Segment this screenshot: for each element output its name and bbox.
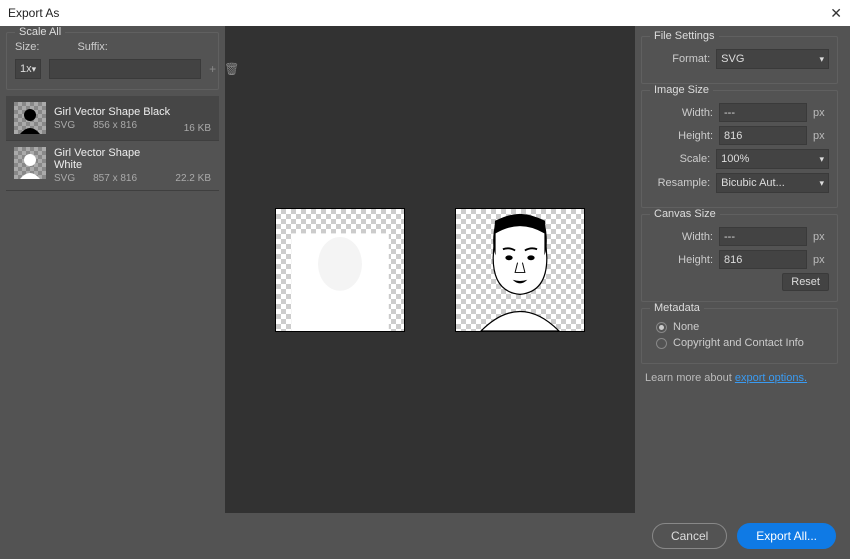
suffix-input[interactable]	[49, 59, 201, 79]
metadata-copyright-radio[interactable]: Copyright and Contact Info	[650, 337, 829, 349]
radio-icon	[656, 338, 667, 349]
metadata-none-label: None	[673, 321, 699, 333]
chevron-down-icon: ▾	[819, 154, 824, 165]
asset-thumbnail	[14, 147, 46, 179]
metadata-legend: Metadata	[650, 302, 704, 314]
preview-area	[225, 26, 635, 513]
right-panel: File Settings Format: SVG ▾ Image Size W…	[635, 26, 850, 513]
canvas-size-legend: Canvas Size	[650, 208, 720, 220]
preview-black	[455, 208, 585, 332]
scale-all-section: Scale All Size: Suffix: 1x ▾ + 🗑	[6, 32, 219, 90]
dialog-footer: Cancel Export All...	[0, 513, 850, 559]
export-as-window: Export As ✕ Scale All Size: Suffix: 1x ▾…	[0, 0, 850, 559]
unit-px: px	[813, 130, 829, 142]
reset-button[interactable]: Reset	[782, 273, 829, 291]
file-settings-section: File Settings Format: SVG ▾	[641, 36, 838, 84]
export-options-link[interactable]: export options.	[735, 372, 807, 384]
asset-dims: 856 x 816	[93, 120, 137, 131]
canvas-height-label: Height:	[651, 254, 713, 266]
unit-px: px	[813, 231, 829, 243]
asset-format: SVG	[54, 173, 75, 184]
resample-value: Bicubic Aut...	[721, 177, 785, 189]
export-all-button[interactable]: Export All...	[737, 523, 836, 549]
canvas-size-section: Canvas Size Width: px Height: px Reset	[641, 214, 838, 302]
unit-px: px	[813, 107, 829, 119]
chevron-down-icon: ▾	[819, 54, 824, 65]
canvas-width-input[interactable]	[719, 227, 807, 246]
dialog-body: Scale All Size: Suffix: 1x ▾ + 🗑	[0, 26, 850, 513]
learn-more-row: Learn more about export options.	[645, 372, 834, 384]
height-input[interactable]	[719, 126, 807, 145]
radio-icon	[656, 322, 667, 333]
format-label: Format:	[650, 53, 710, 65]
learn-more-prefix: Learn more about	[645, 372, 735, 384]
titlebar: Export As ✕	[0, 0, 850, 26]
asset-item[interactable]: Girl Vector Shape White SVG 857 x 816 22…	[6, 141, 219, 191]
asset-list: Girl Vector Shape Black SVG 856 x 816 16…	[6, 96, 219, 191]
size-value: 1x	[20, 63, 32, 75]
chevron-down-icon: ▾	[819, 178, 824, 189]
canvas-width-label: Width:	[651, 231, 713, 243]
format-select[interactable]: SVG ▾	[716, 49, 829, 69]
size-select[interactable]: 1x ▾	[15, 59, 41, 79]
asset-filesize: 22.2 KB	[175, 173, 211, 184]
unit-px: px	[813, 254, 829, 266]
left-panel: Scale All Size: Suffix: 1x ▾ + 🗑	[0, 26, 225, 513]
file-settings-legend: File Settings	[650, 30, 719, 42]
metadata-section: Metadata None Copyright and Contact Info	[641, 308, 838, 364]
scale-all-legend: Scale All	[15, 26, 65, 38]
resample-label: Resample:	[650, 177, 710, 189]
add-scale-icon[interactable]: +	[209, 62, 216, 76]
height-label: Height:	[651, 130, 713, 142]
asset-item[interactable]: Girl Vector Shape Black SVG 856 x 816 16…	[6, 96, 219, 141]
asset-filesize: 16 KB	[184, 123, 211, 134]
preview-white	[275, 208, 405, 332]
asset-name: Girl Vector Shape Black	[54, 106, 176, 118]
asset-dims: 857 x 816	[93, 173, 137, 184]
metadata-none-radio[interactable]: None	[650, 321, 829, 333]
canvas-height-input[interactable]	[719, 250, 807, 269]
size-label: Size:	[15, 41, 39, 53]
width-label: Width:	[651, 107, 713, 119]
asset-name: Girl Vector Shape White	[54, 147, 167, 171]
image-size-section: Image Size Width: px Height: px Scale: 1…	[641, 90, 838, 208]
scale-label: Scale:	[650, 153, 710, 165]
image-size-legend: Image Size	[650, 84, 713, 96]
asset-thumbnail	[14, 102, 46, 134]
asset-format: SVG	[54, 120, 75, 131]
window-title: Export As	[8, 6, 59, 20]
chevron-down-icon: ▾	[32, 64, 37, 75]
close-icon[interactable]: ✕	[830, 5, 842, 22]
resample-select[interactable]: Bicubic Aut... ▾	[716, 173, 829, 193]
metadata-copyright-label: Copyright and Contact Info	[673, 337, 804, 349]
width-input[interactable]	[719, 103, 807, 122]
suffix-label: Suffix:	[77, 41, 107, 53]
cancel-button[interactable]: Cancel	[652, 523, 727, 549]
delete-scale-icon[interactable]: 🗑	[224, 62, 238, 76]
scale-value: 100%	[721, 153, 749, 165]
scale-select[interactable]: 100% ▾	[716, 149, 829, 169]
format-value: SVG	[721, 53, 744, 65]
